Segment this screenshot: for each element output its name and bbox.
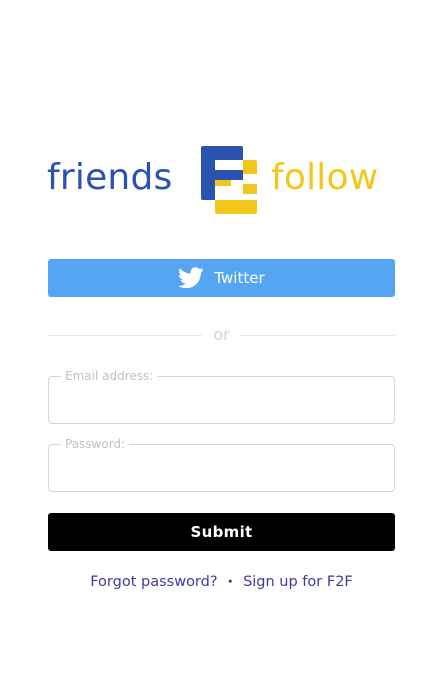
password-input[interactable]: [63, 459, 380, 481]
or-divider: or: [48, 325, 395, 345]
footer-links: Forgot password? · Sign up for F2F: [48, 571, 395, 593]
logo-word-follow: follow: [271, 157, 379, 198]
email-label: Email address:: [61, 369, 158, 383]
password-label: Password:: [61, 437, 130, 451]
forgot-password-link[interactable]: Forgot password?: [90, 574, 217, 590]
email-input[interactable]: [63, 391, 380, 413]
sign-up-link[interactable]: Sign up for F2F: [243, 574, 353, 590]
login-page: friends follow Twitter or Email address:…: [0, 0, 443, 680]
password-field[interactable]: Password:: [48, 437, 395, 492]
app-logo: friends follow: [47, 146, 397, 214]
twitter-bird-icon: [178, 267, 204, 289]
email-field[interactable]: Email address:: [48, 369, 395, 424]
divider-line-right: [240, 335, 395, 336]
twitter-login-button[interactable]: Twitter: [48, 259, 395, 297]
logo-mark-icon: [201, 146, 257, 214]
twitter-button-label: Twitter: [214, 269, 265, 287]
logo-word-friends: friends: [47, 157, 173, 198]
submit-button[interactable]: Submit: [48, 513, 395, 551]
link-separator: ·: [227, 574, 234, 590]
